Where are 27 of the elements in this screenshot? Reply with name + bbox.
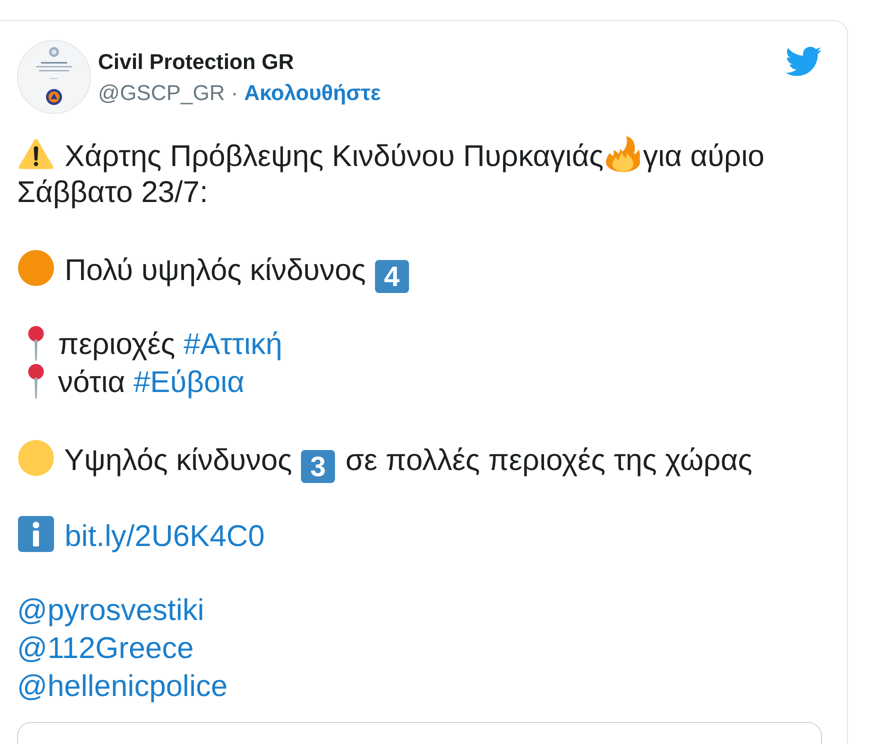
keycap-number: 3 [301,450,335,484]
separator-text: · [230,81,238,105]
pin-icon [28,326,44,361]
info-icon [18,516,54,552]
tweet-text: σε πολλές περιοχές της χώρας [345,444,752,477]
tweet-text: Χάρτης Πρόβλεψης Κινδύνου Πυρκαγιάς [64,140,604,173]
hashtag-link[interactable]: #Εύβοια [133,366,245,399]
author-name[interactable]: Civil Protection GR [98,48,381,76]
pin-icon [28,364,44,399]
tweet-text: Πολύ υψηλός κίνδυνος [64,254,366,287]
warning-icon [18,136,54,172]
bird-icon[interactable] [784,46,822,77]
tweet-text: για αύριο [642,140,764,173]
keycap-number: 4 [375,260,409,294]
tweet-text: Σάββατο 23/7: [17,176,208,209]
mention-link[interactable]: @pyrosvestiki [17,594,204,627]
tweet-text: νότια [58,366,126,399]
hashtag-link[interactable]: #Αττική [184,328,282,361]
tweet-text: περιοχές [58,328,176,361]
fire-icon [604,136,641,172]
mention-link[interactable]: @hellenicpolice [17,670,228,703]
tweet-text: Υψηλός κίνδυνος [64,444,292,477]
author-handle[interactable]: @GSCP_GR [98,81,225,105]
mention-link[interactable]: @112Greece [17,632,194,665]
follow-link[interactable]: Ακολουθήστε [244,81,381,105]
profile-logo-drawing[interactable] [17,40,91,114]
url-link[interactable]: bit.ly/2U6K4C0 [64,520,265,553]
